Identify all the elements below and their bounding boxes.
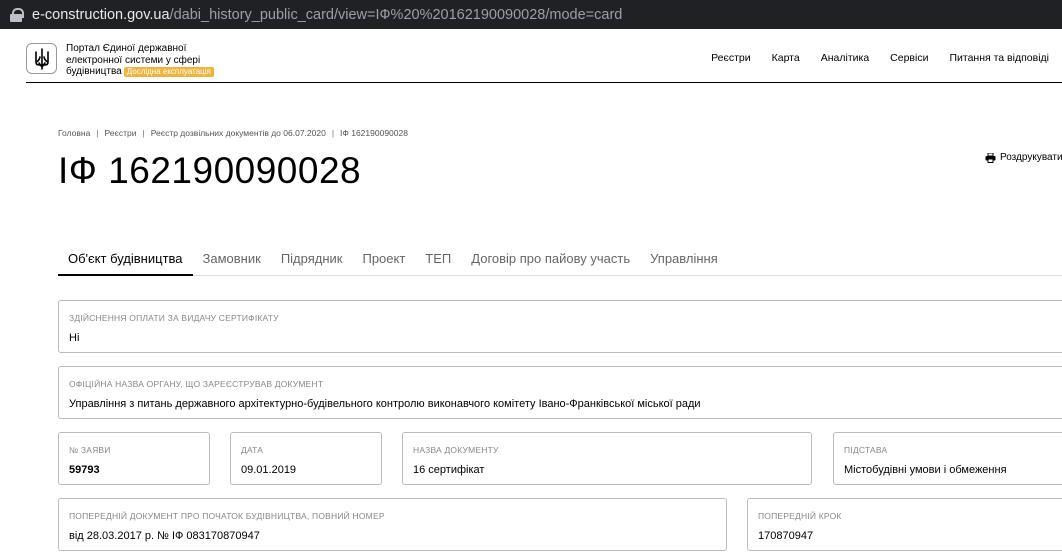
field-previous-step-value: 170870947 (758, 530, 814, 542)
portal-title-line2: електронної системи у сфері (66, 54, 201, 66)
browser-address-bar[interactable]: e-construction.gov.ua/dabi_history_publi… (0, 0, 1062, 29)
tab-tep[interactable]: ТЕП (415, 243, 461, 276)
main-nav: Реєстри Карта Аналітика Сервіси Питання … (690, 52, 1049, 64)
url-text[interactable]: e-construction.gov.ua/dabi_history_publi… (32, 7, 622, 23)
field-basis: Підстава Містобудівні умови і обмеження (833, 432, 1062, 485)
field-application-number-label: № заяви (69, 445, 111, 455)
field-date-value: 09.01.2019 (241, 464, 297, 476)
tab-customer[interactable]: Замовник (193, 243, 271, 276)
field-application-number: № заяви 59793 (58, 432, 210, 485)
tab-share-agreement[interactable]: Договір про пайову участь (461, 243, 640, 276)
nav-registries[interactable]: Реєстри (711, 52, 751, 64)
field-authority-label: Офіційна назва органу, що зареєстрував д… (69, 379, 324, 389)
tab-project[interactable]: Проект (352, 243, 415, 276)
url-path: /dabi_history_public_card/view=IФ%20%201… (169, 6, 623, 23)
nav-faq[interactable]: Питання та відповіді (949, 52, 1049, 64)
lock-icon (10, 7, 24, 22)
field-authority-value: Управління з питань державного архітекту… (69, 398, 701, 410)
field-payment: Здійснення оплати за видачу сертифікату … (58, 300, 1062, 353)
field-application-number-value: 59793 (69, 464, 100, 476)
field-authority: Офіційна назва органу, що зареєстрував д… (58, 366, 1062, 419)
field-document-name-label: Назва документу (413, 445, 499, 455)
beta-badge: Дослідна експлуатація (123, 67, 214, 77)
tab-construction-object[interactable]: Об'єкт будівництва (58, 243, 193, 276)
field-previous-document: Попередній документ про початок будівниц… (58, 498, 727, 551)
nav-analytics[interactable]: Аналітика (821, 52, 869, 64)
nav-map[interactable]: Карта (772, 52, 800, 64)
breadcrumb: Головна | Реєстри | Реєстр дозвільних до… (58, 128, 408, 138)
field-previous-step: Попередній крок 170870947 (747, 498, 1062, 551)
field-previous-document-label: Попередній документ про початок будівниц… (69, 511, 385, 521)
trident-logo-icon[interactable] (26, 43, 57, 74)
field-document-name: Назва документу 16 сертифікат (402, 432, 812, 485)
nav-services[interactable]: Сервіси (890, 52, 928, 64)
portal-title-line3: будівництва (66, 66, 122, 77)
field-payment-value: Ні (69, 332, 80, 344)
tab-contractor[interactable]: Підрядник (271, 243, 353, 276)
breadcrumb-home[interactable]: Головна (58, 128, 90, 138)
print-label: Роздрукувати (1000, 152, 1062, 163)
field-basis-label: Підстава (844, 445, 888, 455)
url-host: e-construction.gov.ua (32, 6, 170, 23)
breadcrumb-separator: | (96, 128, 99, 138)
field-date-label: Дата (241, 445, 264, 455)
field-previous-document-value: від 28.03.2017 р. № IФ 083170870947 (69, 530, 260, 542)
portal-title-line1: Портал Єдиної державної (66, 43, 187, 54)
field-document-name-value: 16 сертифікат (413, 464, 485, 476)
tab-management[interactable]: Управління (640, 243, 728, 276)
breadcrumb-registry[interactable]: Реєстр дозвільних документів до 06.07.20… (151, 128, 326, 138)
field-payment-label: Здійснення оплати за видачу сертифікату (69, 313, 279, 323)
field-basis-value: Містобудівні умови і обмеження (844, 464, 1007, 476)
field-previous-step-label: Попередній крок (758, 511, 842, 521)
print-button[interactable]: Роздрукувати (985, 152, 1062, 163)
site-header: Портал Єдиної державної електронної сист… (26, 38, 1062, 83)
breadcrumb-registries[interactable]: Реєстри (105, 128, 137, 138)
page-title: IФ 162190090028 (58, 150, 362, 191)
breadcrumb-current: IФ 162190090028 (340, 128, 408, 138)
portal-title[interactable]: Портал Єдиної державної електронної сист… (66, 43, 214, 78)
field-date: Дата 09.01.2019 (230, 432, 382, 485)
breadcrumb-separator: | (142, 128, 145, 138)
printer-icon (985, 152, 996, 163)
breadcrumb-separator: | (331, 128, 335, 138)
tab-bar: Об'єкт будівництва Замовник Підрядник Пр… (58, 243, 1062, 276)
